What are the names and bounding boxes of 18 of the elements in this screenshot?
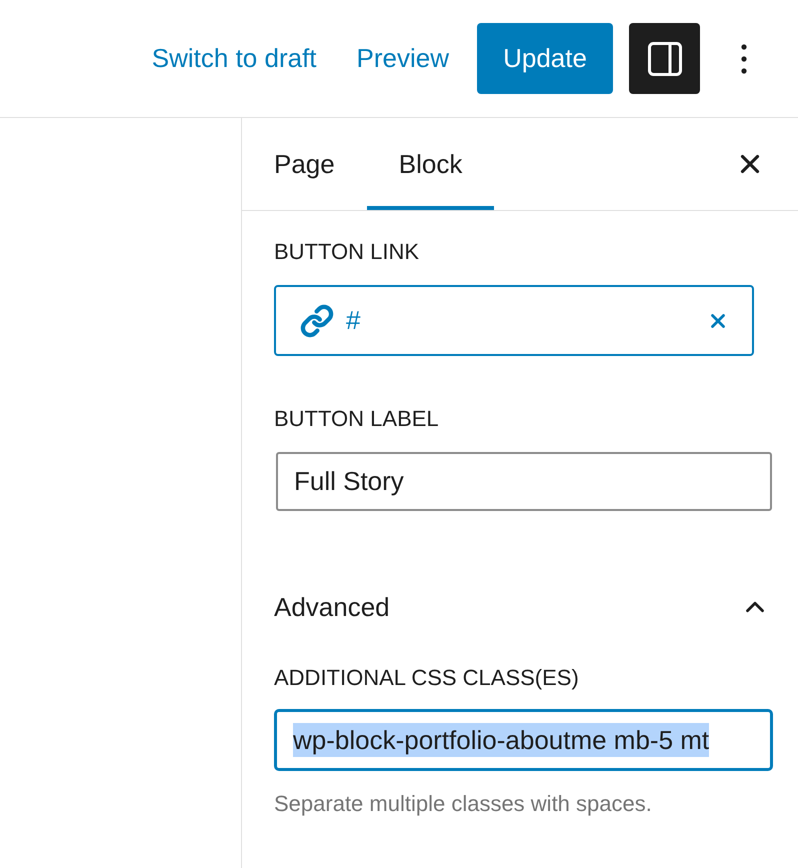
sidebar-toggle-button[interactable] — [629, 23, 700, 94]
button-label-input-field[interactable]: Full Story — [276, 452, 772, 511]
link-icon — [300, 304, 334, 338]
sidebar-tab[interactable]: Page — [242, 118, 367, 210]
vertical-ellipsis-icon — [741, 44, 747, 74]
switch-to-draft-link[interactable]: Switch to draft — [140, 23, 329, 94]
preview-link[interactable]: Preview — [344, 23, 461, 94]
css-class-input-field[interactable]: wp-block-portfolio-aboutme mb-5 mt — [274, 709, 773, 771]
update-button[interactable]: Update — [477, 23, 613, 94]
sidebar-tab[interactable]: Block — [366, 118, 494, 210]
link-input-field[interactable]: # — [274, 285, 754, 356]
field-label: BUTTON LINK — [274, 239, 420, 265]
help-text: Separate multiple classes with spaces. — [274, 791, 652, 817]
advanced-panel-toggle[interactable]: Advanced — [274, 591, 770, 623]
link-url-value: # — [346, 304, 360, 337]
field-label: BUTTON LABEL — [274, 406, 439, 432]
sidebar-panel-icon — [648, 42, 682, 76]
field-label: ADDITIONAL CSS CLASS(ES) — [274, 665, 579, 691]
